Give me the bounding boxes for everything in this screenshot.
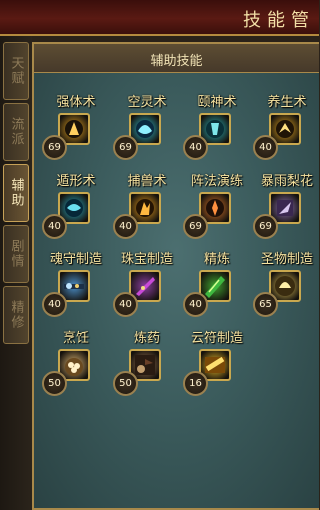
skill-slot[interactable]: 精炼 40 (177, 248, 257, 326)
skill-slot[interactable]: 捕兽术 40 (107, 170, 187, 248)
skill-slot[interactable]: 魂守制造 40 (36, 248, 116, 326)
skill-level-badge: 40 (42, 214, 67, 239)
skill-level-badge: 50 (113, 371, 138, 396)
panel-header: 辅助技能 (34, 44, 319, 73)
panel-title: 辅助技能 (150, 54, 203, 69)
skill-name: 强体术 (56, 95, 96, 110)
side-tab-auxiliary[interactable]: 辅助 (3, 164, 29, 222)
skill-slot[interactable]: 空灵术 69 (107, 91, 187, 169)
skill-level-badge: 40 (183, 135, 208, 160)
skill-level-badge: 40 (113, 214, 138, 239)
skill-slot[interactable]: 养生术 40 (247, 91, 320, 169)
skill-name: 空灵术 (127, 95, 167, 110)
window-title: 技能管 (243, 10, 315, 31)
skill-name: 遁形术 (56, 174, 96, 189)
skill-name: 养生术 (267, 95, 307, 110)
side-tab-talent[interactable]: 天赋 (3, 42, 29, 100)
skill-slot[interactable]: 暴雨梨花 69 (247, 170, 320, 248)
side-tab-school[interactable]: 流派 (3, 103, 29, 161)
side-tab-bar: 天赋 流派 辅助 剧情 精修 (0, 36, 32, 510)
skill-level-badge: 40 (183, 292, 208, 317)
skill-level-badge: 40 (42, 292, 67, 317)
side-tab-refine[interactable]: 精修 (3, 286, 29, 344)
skill-name: 烹饪 (62, 331, 89, 346)
side-tab-story[interactable]: 剧情 (3, 225, 29, 283)
skill-slot[interactable]: 炼药 50 (107, 327, 187, 405)
title-bar: 技能管 (0, 0, 319, 36)
skill-slot[interactable]: 圣物制造 65 (247, 248, 320, 326)
skill-level-badge: 40 (253, 135, 278, 160)
skill-name: 魂守制造 (49, 252, 102, 267)
skill-level-badge: 69 (183, 214, 208, 239)
skill-name: 云符制造 (190, 331, 243, 346)
skill-slot[interactable]: 珠宝制造 40 (107, 248, 187, 326)
skill-slot[interactable]: 强体术 69 (36, 91, 116, 169)
skill-level-badge: 69 (253, 214, 278, 239)
skill-level-badge: 50 (42, 371, 67, 396)
skill-name: 颐神术 (197, 95, 237, 110)
skill-slot[interactable]: 阵法演练 69 (177, 170, 257, 248)
skill-slot[interactable]: 遁形术 40 (36, 170, 116, 248)
skill-panel: 辅助技能 强体术 69 空灵术 69 颐神术 40 养生术 40 遁形术 40 捕兽术 40 阵法演练 6… (32, 42, 319, 510)
skill-level-badge: 65 (253, 292, 278, 317)
skill-name: 阵法演练 (190, 174, 243, 189)
skill-slot[interactable]: 颐神术 40 (177, 91, 257, 169)
skill-name: 珠宝制造 (120, 252, 173, 267)
skill-level-badge: 69 (113, 135, 138, 160)
skill-slot[interactable]: 烹饪 50 (36, 327, 116, 405)
skill-slot[interactable]: 云符制造 16 (177, 327, 257, 405)
skill-level-badge: 69 (42, 135, 67, 160)
skill-name: 暴雨梨花 (260, 174, 313, 189)
skill-name: 捕兽术 (127, 174, 167, 189)
skill-name: 圣物制造 (260, 252, 313, 267)
skill-level-badge: 40 (113, 292, 138, 317)
skill-name: 炼药 (133, 331, 160, 346)
skill-name: 精炼 (203, 252, 230, 267)
skill-level-badge: 16 (183, 371, 208, 396)
